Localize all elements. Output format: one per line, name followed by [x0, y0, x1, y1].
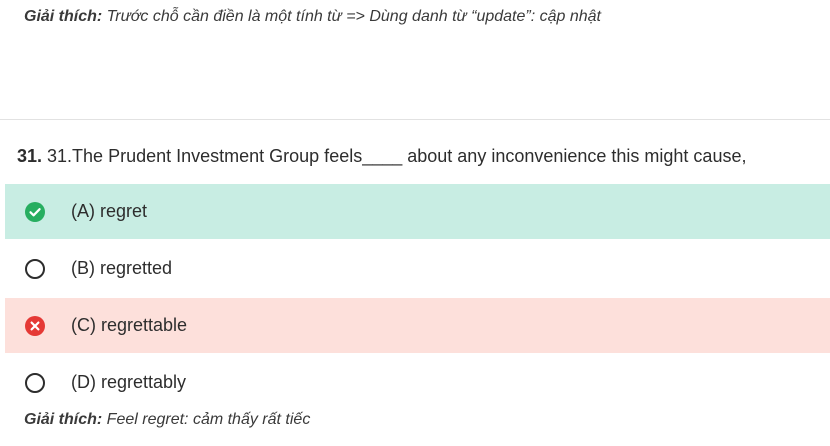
option-label: (B) regretted: [71, 258, 173, 278]
option-c[interactable]: (C) regrettable: [5, 298, 830, 353]
option-a[interactable]: (A) regret: [5, 184, 830, 239]
question-body: 31.The Prudent Investment Group feels___…: [42, 146, 747, 166]
explanation-text: Feel regret: cảm thấy rất tiếc: [102, 411, 311, 428]
option-label: (D) regrettably: [71, 372, 187, 392]
option-label: (C) regrettable: [71, 315, 188, 335]
option-label: (A) regret: [71, 201, 148, 221]
radio-empty-icon: [25, 258, 45, 279]
radio-empty-icon: [25, 372, 45, 393]
x-circle-icon: [25, 315, 45, 336]
option-b[interactable]: (B) regretted: [5, 241, 830, 296]
question-number: 31.: [17, 146, 43, 166]
explanation-label: Giải thích:: [24, 411, 103, 428]
option-d[interactable]: (D) regrettably: [5, 355, 830, 410]
question-text: 31. 31.The Prudent Investment Group feel…: [17, 146, 746, 167]
check-circle-icon: [25, 201, 45, 222]
previous-explanation: Giải thích: Trước chỗ cần điền là một tí…: [24, 8, 601, 26]
answer-explanation: Giải thích: Feel regret: cảm thấy rất ti…: [24, 411, 310, 429]
explanation-text: Trước chỗ cần điền là một tính từ => Dùn…: [102, 8, 601, 25]
explanation-label: Giải thích:: [24, 8, 103, 25]
quiz-page: Giải thích: Trước chỗ cần điền là một tí…: [0, 0, 830, 446]
divider: [0, 119, 830, 120]
